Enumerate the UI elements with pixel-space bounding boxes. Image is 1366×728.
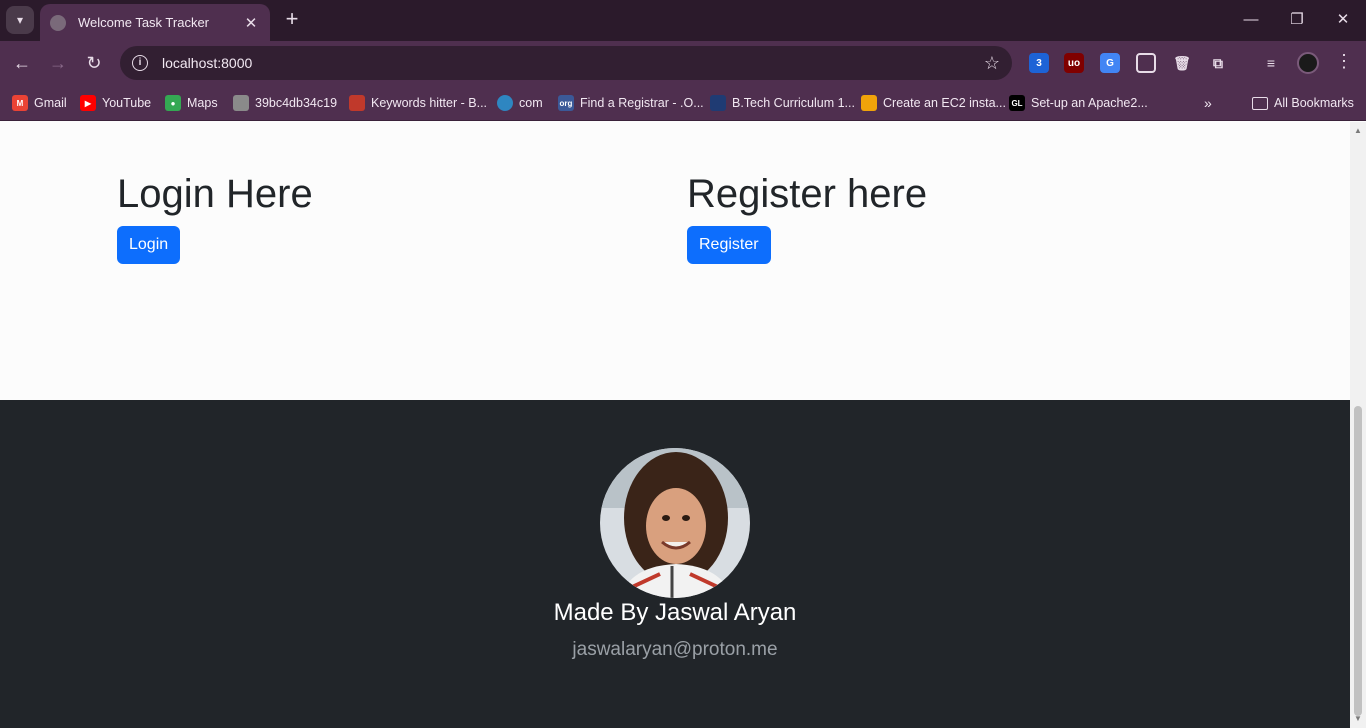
author-avatar [600, 448, 750, 598]
tab-favicon-icon [50, 14, 66, 31]
all-bookmarks[interactable]: All Bookmarks [1252, 93, 1354, 113]
new-tab-icon[interactable]: + [280, 8, 304, 32]
profile-avatar[interactable] [1297, 52, 1319, 74]
bookmark-label: com [519, 96, 543, 110]
tab-title: Welcome Task Tracker [78, 15, 210, 30]
bookmark-btech-curriculum[interactable]: B.Tech Curriculum 1... [710, 93, 855, 113]
author-email: jaswalaryan@proton.me [572, 639, 778, 660]
close-window-icon[interactable]: ✕ [1328, 8, 1358, 32]
bookmark-star-icon[interactable]: ☆ [984, 53, 1000, 74]
gmail-icon: M [12, 95, 28, 111]
tab-strip: ▾ Welcome Task Tracker ✕ + — ❐ ✕ [0, 0, 1366, 41]
gl-icon: GL [1009, 95, 1025, 111]
translate-extension-icon[interactable]: G [1100, 53, 1120, 73]
bookmark-com[interactable]: com [497, 93, 543, 113]
bookmark-find-registrar[interactable]: org Find a Registrar - .O... [558, 93, 704, 113]
bookmark-label: Create an EC2 insta... [883, 96, 1006, 110]
page-icon [349, 95, 365, 111]
maps-icon: ● [165, 95, 181, 111]
page-icon [710, 95, 726, 111]
menu-kebab-icon[interactable]: ⋮ [1334, 51, 1354, 72]
page-icon [233, 95, 249, 111]
folder-icon [1252, 96, 1268, 110]
made-by-text: Made By Jaswal Aryan [553, 599, 797, 626]
all-bookmarks-label: All Bookmarks [1274, 96, 1354, 110]
bookmark-label: 39bc4db34c19 [255, 96, 338, 110]
bookmarks-bar: M Gmail ▶ YouTube ● Maps 39bc4db34c19 Keywo… [0, 85, 1366, 121]
active-tab[interactable]: Welcome Task Tracker ✕ [40, 4, 270, 41]
bookmark-apache2[interactable]: GL Set-up an Apache2... [1009, 93, 1148, 113]
ublock-extension-icon[interactable]: uo [1064, 53, 1084, 73]
address-bar[interactable]: i localhost:8000 ☆ [120, 46, 1012, 80]
globe-icon [497, 95, 513, 111]
close-tab-icon[interactable]: ✕ [242, 14, 260, 32]
bookmark-label: Set-up an Apache2... [1031, 96, 1148, 110]
minimize-icon[interactable]: — [1236, 8, 1266, 32]
login-heading: Login Here [117, 172, 313, 216]
bookmark-maps[interactable]: ● Maps [165, 93, 218, 113]
youtube-icon: ▶ [80, 95, 96, 111]
bookmark-label: Maps [187, 96, 218, 110]
bookmark-youtube[interactable]: ▶ YouTube [80, 93, 151, 113]
browser-toolbar: ← → ↻ i localhost:8000 ☆ 3 uo G 🗑 ⧉ ≡ [0, 41, 1366, 85]
bookmark-39bc4db34c19[interactable]: 39bc4db34c19 [233, 93, 337, 113]
site-info-icon[interactable]: i [132, 55, 148, 71]
extension-badge: 3 [1036, 57, 1042, 69]
login-button[interactable]: Login [117, 226, 181, 264]
picture-in-picture-icon[interactable] [1136, 53, 1156, 73]
bookmark-label: Keywords hitter - B... [371, 96, 488, 110]
page-scrollbar[interactable]: ▲ ▼ [1350, 122, 1366, 728]
register-button[interactable]: Register [687, 226, 771, 264]
bitwarden-extension-icon[interactable]: 3 [1029, 53, 1049, 73]
login-section: Login Here Login [117, 170, 313, 264]
aws-icon [861, 95, 877, 111]
org-icon: org [558, 95, 574, 111]
url-text[interactable]: localhost:8000 [162, 55, 984, 71]
forward-icon[interactable]: → [46, 51, 70, 75]
page-content: Login Here Login Register here Register … [0, 122, 1350, 728]
bookmark-create-ec2[interactable]: Create an EC2 insta... [861, 93, 1006, 113]
restore-icon[interactable]: ❐ [1282, 8, 1312, 32]
scroll-up-icon[interactable]: ▲ [1350, 124, 1366, 138]
bookmark-label: Find a Registrar - .O... [580, 96, 704, 110]
bookmark-keywords-hitter[interactable]: Keywords hitter - B... [349, 93, 487, 113]
bookmark-gmail[interactable]: M Gmail [12, 93, 67, 113]
back-icon[interactable]: ← [10, 51, 34, 75]
bookmark-label: Gmail [34, 96, 67, 110]
extensions-puzzle-icon[interactable]: ⧉ [1208, 53, 1228, 73]
more-bookmarks-icon[interactable]: » [1204, 93, 1212, 113]
tab-search-icon[interactable]: ▾ [6, 6, 34, 34]
footer: Made By Jaswal Aryan jaswalaryan@proton.… [0, 400, 1350, 728]
reload-icon[interactable]: ↻ [82, 51, 106, 75]
scroll-thumb[interactable] [1354, 406, 1362, 716]
media-controls-icon[interactable]: ≡ [1261, 53, 1281, 73]
register-section: Register here Register [687, 170, 927, 264]
register-heading: Register here [687, 172, 928, 216]
scroll-down-icon[interactable]: ▼ [1350, 712, 1366, 726]
trash-icon[interactable]: 🗑 [1172, 53, 1192, 73]
bookmark-label: B.Tech Curriculum 1... [732, 96, 855, 110]
bookmark-label: YouTube [102, 96, 152, 110]
